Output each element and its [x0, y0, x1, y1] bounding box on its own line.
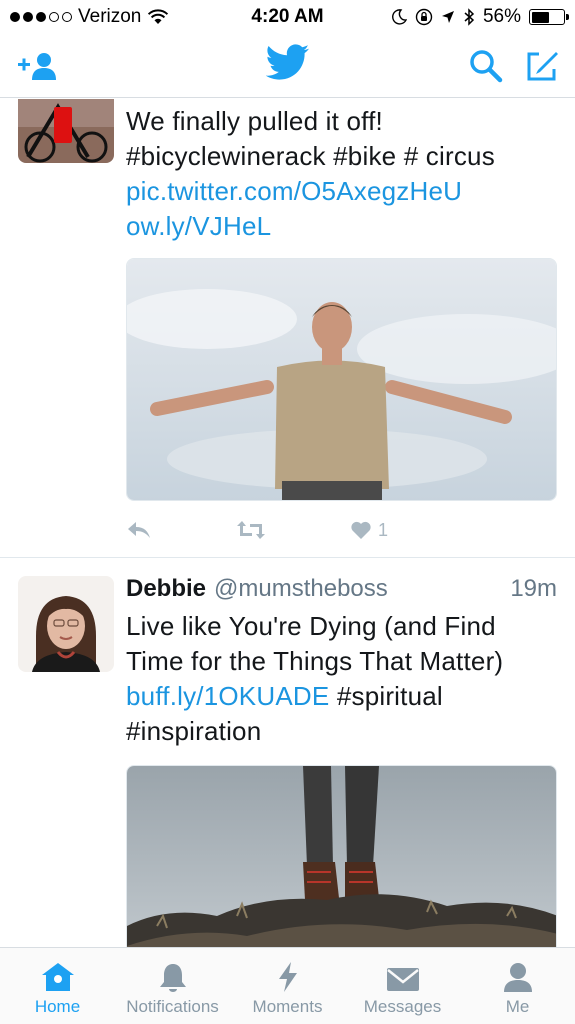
- status-bar: Verizon 4:20 AM 56%: [0, 0, 575, 34]
- status-time: 4:20 AM: [251, 6, 324, 27]
- envelope-icon: [386, 968, 419, 991]
- bell-icon: [159, 964, 186, 992]
- like-count: 1: [378, 519, 389, 540]
- tweet-text-line: Live like You're Dying (and Find: [126, 611, 496, 641]
- nav-bar: [0, 34, 575, 98]
- tab-notifications[interactable]: Notifications: [115, 948, 230, 1024]
- heart-icon: [351, 521, 371, 539]
- moon-icon: [392, 9, 407, 25]
- compose-icon[interactable]: [525, 49, 559, 83]
- tweet-hashtags[interactable]: #bicyclewinerack #bike # circus: [126, 139, 557, 174]
- tweet-actions: 1: [126, 519, 388, 541]
- tab-label: Messages: [363, 997, 442, 1016]
- carrier-label: Verizon: [78, 6, 142, 27]
- status-right: 56%: [391, 6, 569, 28]
- hashtag[interactable]: #spiritual: [337, 681, 443, 711]
- tweet-body: We finally pulled it off! #bicyclewinera…: [126, 104, 557, 244]
- bluetooth-icon: [464, 8, 475, 26]
- retweet-icon[interactable]: [236, 519, 266, 541]
- tweet-avatar[interactable]: [18, 99, 114, 163]
- status-left: Verizon: [10, 6, 169, 28]
- tweet-text-line: buff.ly/1OKUADE #spiritual: [126, 679, 557, 714]
- tweet-time: 19m: [510, 575, 557, 602]
- location-arrow-icon: [441, 11, 454, 23]
- tweet[interactable]: Debbie @mumstheboss 19m Live like You're…: [0, 558, 575, 947]
- home-icon: [41, 963, 74, 991]
- tab-label: Notifications: [126, 997, 219, 1016]
- tweet-link[interactable]: buff.ly/1OKUADE: [126, 681, 329, 711]
- tweet-body: Debbie @mumstheboss 19m Live like You're…: [126, 574, 557, 749]
- tweet[interactable]: We finally pulled it off! #bicyclewinera…: [0, 99, 575, 557]
- tweet-link[interactable]: pic.twitter.com/O5AxegzHeU: [126, 174, 557, 209]
- tab-label: Me: [505, 997, 530, 1016]
- tweet-link[interactable]: ow.ly/VJHeL: [126, 209, 557, 244]
- rotation-lock-icon: [415, 8, 433, 26]
- battery-percent: 56%: [482, 6, 521, 27]
- tweet-text-line: Time for the Things That Matter): [126, 646, 504, 676]
- author-name[interactable]: Debbie: [126, 574, 206, 604]
- tab-label: Moments: [252, 997, 323, 1016]
- twitter-bird-icon[interactable]: [265, 44, 310, 82]
- tab-home[interactable]: Home: [0, 948, 115, 1024]
- tab-me[interactable]: Me: [460, 948, 575, 1024]
- tweet-image[interactable]: [126, 258, 557, 501]
- tweet-text-line: We finally pulled it off!: [126, 106, 383, 136]
- person-icon: [503, 963, 532, 992]
- hashtag[interactable]: #inspiration: [126, 714, 557, 749]
- like-button[interactable]: 1: [350, 520, 388, 541]
- lightning-icon: [278, 962, 297, 992]
- reply-icon[interactable]: [126, 519, 152, 541]
- tab-bar: Home Notifications Moments Messages Me: [0, 947, 575, 1024]
- signal-strength-icon: [10, 12, 72, 22]
- timeline-feed[interactable]: We finally pulled it off! #bicyclewinera…: [0, 99, 575, 947]
- author-handle[interactable]: @mumstheboss: [214, 574, 510, 604]
- tweet-image[interactable]: [126, 765, 557, 947]
- search-icon[interactable]: [469, 49, 503, 83]
- battery-icon: [529, 9, 569, 25]
- tweet-avatar[interactable]: [18, 576, 114, 672]
- tab-label: Home: [34, 997, 81, 1016]
- tab-messages[interactable]: Messages: [345, 948, 460, 1024]
- tweet-header: Debbie @mumstheboss 19m: [126, 574, 557, 604]
- add-user-icon[interactable]: [16, 50, 58, 82]
- tab-moments[interactable]: Moments: [230, 948, 345, 1024]
- wifi-icon: [148, 9, 169, 24]
